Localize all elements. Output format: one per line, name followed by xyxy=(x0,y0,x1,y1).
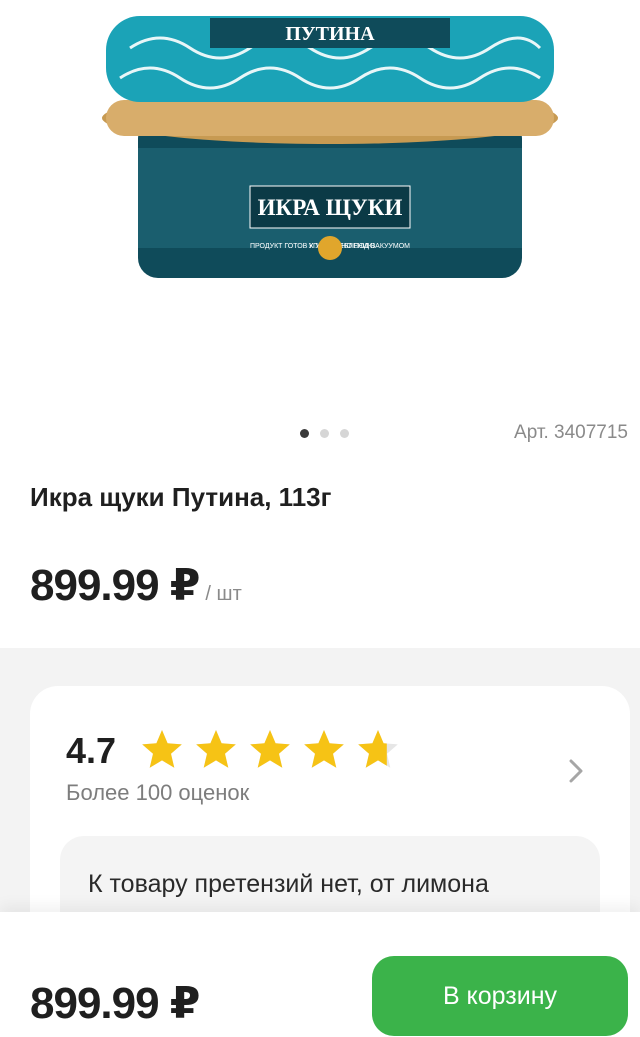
gallery-dot[interactable] xyxy=(340,429,349,438)
jar-title-text: ИКРА ЩУКИ xyxy=(258,195,403,220)
article-number: Арт. 3407715 xyxy=(514,422,628,443)
chevron-right-icon[interactable] xyxy=(568,758,584,784)
product-title: Икра щуки Путина, 113г xyxy=(30,482,332,512)
review-text: К товару претензий нет, от лимона xyxy=(88,870,489,898)
bottom-bar: 899.99 ₽ В корзину xyxy=(0,912,640,1037)
star-icon xyxy=(140,728,184,770)
price-unit: / шт xyxy=(205,583,242,605)
rating-value: 4.7 xyxy=(66,730,117,771)
gallery-dot[interactable] xyxy=(300,429,309,438)
bottom-price: 899.99 ₽ xyxy=(30,979,200,1028)
price-row: 899.99 ₽ / шт xyxy=(30,560,242,611)
lid-brand-text: ПУТИНА xyxy=(285,23,375,45)
caviar-jar-image: ПУТИНА ИКРА ЩУКИ ПРОДУКТ ГОТОВ К УПОТРЕБ… xyxy=(102,16,558,278)
star-icon xyxy=(302,728,346,770)
star-icon xyxy=(356,728,400,770)
product-price: 899.99 ₽ xyxy=(30,561,200,610)
rating-stars xyxy=(140,728,400,770)
add-to-cart-button[interactable]: В корзину xyxy=(372,956,628,1036)
gallery-dot[interactable] xyxy=(320,429,329,438)
star-icon xyxy=(248,728,292,770)
star-icon xyxy=(194,728,238,770)
ratings-count: Более 100 оценок xyxy=(66,780,250,805)
product-image-gallery[interactable]: ПУТИНА ИКРА ЩУКИ ПРОДУКТ ГОТОВ К УПОТРЕБ… xyxy=(0,0,640,420)
gallery-pagination[interactable] xyxy=(300,429,349,438)
